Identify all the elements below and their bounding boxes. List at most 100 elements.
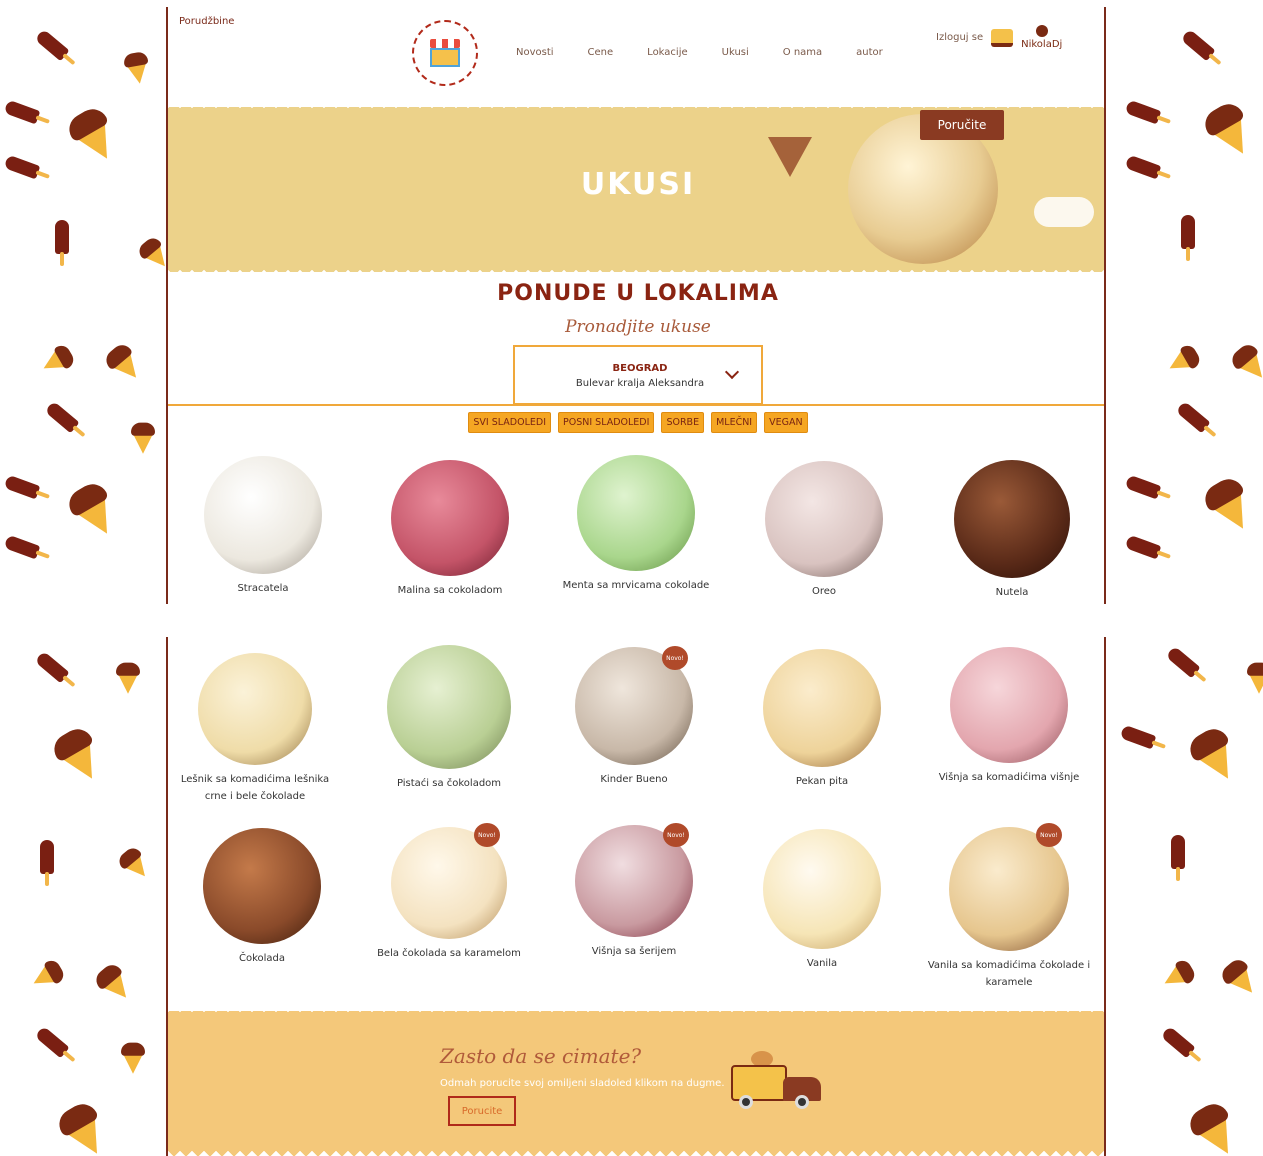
cone-icon [28,963,58,993]
cone-icon [73,118,123,168]
user-profile[interactable]: NikolaDj [1021,25,1062,50]
popsicle-icon [1124,534,1162,560]
user-icon [1035,25,1048,37]
new-badge: Novo! [1036,823,1062,847]
shop-icon [430,39,460,67]
flavor-name: Kinder Bueno [600,774,668,785]
cone-icon [142,242,165,274]
cone-icon [73,493,123,543]
cone-icon [1236,350,1263,386]
cone-icon [130,422,156,454]
flavor-name: Lešnik sa komadićima lešnika crne i bele… [180,774,330,802]
section-title: PONUDE U LOKALIMA [497,281,779,306]
user-area: Izloguj se NikolaDj [936,25,1062,50]
cta-text: Odmah porucite svoj omiljeni sladoled kl… [440,1078,725,1089]
cone-icon [1194,738,1244,788]
popsicle-icon [3,154,41,180]
popsicle-icon [55,220,69,266]
cone-icon [122,852,154,884]
flavor-card[interactable]: Višnja sa komadićima višnje [924,647,1094,786]
popsicle-icon [1175,400,1211,434]
cone-icon [38,348,68,378]
cone-icon [1209,488,1259,538]
flavor-name: Bela čokolada sa karamelom [377,948,521,959]
cone-icon [1164,348,1194,378]
filter-svi-sladoledi[interactable]: SVI SLADOLEDI [468,412,552,433]
cone-icon [100,970,136,1006]
orders-link[interactable]: Porudžbine [179,16,234,27]
flavor-card[interactable]: Pistaći sa čokoladom [364,645,534,792]
flavor-card[interactable]: Nutela [927,460,1097,601]
hero-zigzag-bottom [168,265,1104,275]
popsicle-icon [34,650,70,684]
flavor-image [387,645,511,769]
flavor-card[interactable]: Bela čokolada sa karamelom [364,827,534,962]
flavor-image [954,460,1070,578]
cart-truck-icon[interactable] [991,28,1014,47]
menu-item-o-nama[interactable]: O nama [783,47,822,58]
flavor-card[interactable]: Malina sa cokoladom [365,460,535,599]
flavor-name: Pistaći sa čokoladom [396,778,502,789]
flavor-image [765,461,883,577]
new-badge: Novo! [662,646,688,670]
menu-item-autor[interactable]: autor [856,47,883,58]
cone-icon [115,662,141,694]
flavor-name: Višnja sa šerijem [591,946,677,957]
location-address: Bulevar kralja Aleksandra [575,378,705,389]
background-pattern-left [0,0,165,1156]
popsicle-icon [40,840,54,886]
filter-posni-sladoledi[interactable]: POSNI SLADOLEDI [558,412,655,433]
cta-order-button[interactable]: Porucite [448,1096,516,1126]
popsicle-icon [1171,835,1185,881]
cone-icon [1209,113,1259,163]
flavor-card[interactable]: Stracatela [178,456,348,597]
divider [168,404,1104,406]
flavor-name: Oreo [811,586,837,597]
cone-icon [120,1042,146,1074]
flavor-name: Vanila [806,958,838,969]
shop-logo[interactable] [412,20,478,86]
popsicle-icon [34,1025,70,1059]
menu-item-cene[interactable]: Cene [588,47,614,58]
cone-icon [1226,965,1262,1001]
flavor-card[interactable]: Oreo [739,461,909,600]
flavor-name: Višnja sa komadićima višnje [938,772,1080,783]
flavor-card[interactable]: Kinder Bueno [549,647,719,788]
menu-item-lokacije[interactable]: Lokacije [647,47,687,58]
popsicle-icon [1165,645,1201,679]
popsicle-icon [3,534,41,560]
filter-sorbe[interactable]: SORBE [661,412,705,433]
menu-item-novosti[interactable]: Novosti [516,47,554,58]
filter-bar: SVI SLADOLEDI POSNI SLADOLEDI SORBE MLEČ… [168,412,1104,433]
new-badge: Novo! [663,823,689,847]
flavor-card[interactable]: Čokolada [177,828,347,967]
cone-icon [125,60,151,86]
cone-icon [1246,662,1263,694]
flavor-card[interactable]: Vanila sa komadićima čokolade i karamele [924,827,1094,991]
section-subtitle: Pronadjite ukuse [565,317,711,337]
flavor-name: Nutela [995,587,1029,598]
cta-title: Zasto da se cimate? [440,1044,642,1068]
order-button[interactable]: Poručite [920,110,1004,140]
filter-mlecni[interactable]: MLEČNI [711,412,758,433]
popsicle-icon [1124,474,1162,500]
username: NikolaDj [1021,39,1063,50]
flavor-image [577,455,695,571]
popsicle-icon [34,28,70,62]
flavor-card[interactable]: Lešnik sa komadićima lešnika crne i bele… [170,653,340,805]
background-pattern-right [1106,0,1263,1156]
menu-item-ukusi[interactable]: Ukusi [722,47,749,58]
popsicle-icon [1180,28,1216,62]
flavor-card[interactable]: Vanila [737,829,907,972]
cone-icon [1159,963,1189,993]
flavor-card[interactable]: Višnja sa šerijem [549,825,719,960]
flavor-card[interactable]: Menta sa mrvicama cokolade [551,455,721,594]
cta-zigzag-bottom [168,1146,1104,1156]
popsicle-icon [3,99,41,125]
location-select[interactable]: BEOGRAD Bulevar kralja Aleksandra [513,345,763,405]
flavor-card[interactable]: Pekan pita [737,649,907,790]
cone-icon [58,738,108,788]
logout-link[interactable]: Izloguj se [936,32,983,43]
filter-vegan[interactable]: VEGAN [764,412,808,433]
page-bottom: Lešnik sa komadićima lešnika crne i bele… [166,637,1106,1156]
